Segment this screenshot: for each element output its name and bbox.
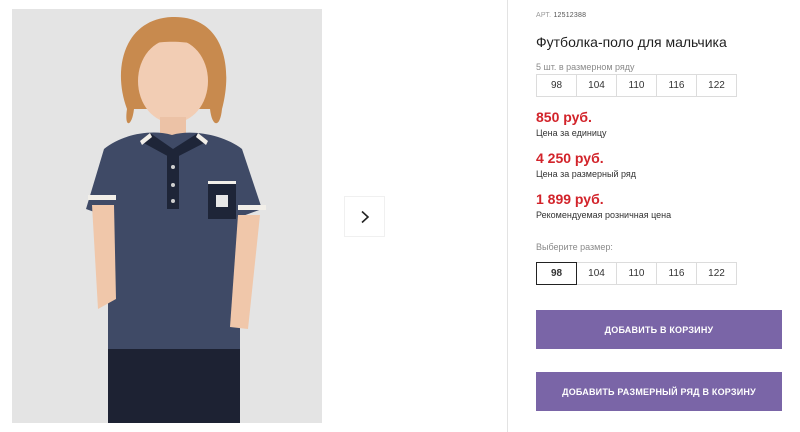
product-gallery [0, 0, 508, 432]
size-selector: 98 104 110 116 122 [536, 262, 737, 285]
unit-price-label: Цена за единицу [536, 128, 607, 138]
product-photo [12, 9, 322, 423]
article-label: АРТ. [536, 12, 552, 19]
size-option[interactable]: 110 [616, 262, 657, 285]
pack-size-cell: 110 [616, 74, 657, 97]
chevron-right-icon [360, 210, 369, 223]
boy-polo-image [12, 9, 322, 423]
size-option[interactable]: 116 [656, 262, 697, 285]
pack-caption: 5 шт. в размерном ряду [536, 62, 635, 72]
size-option[interactable]: 122 [696, 262, 737, 285]
retail-price-label: Рекомендуемая розничная цена [536, 210, 672, 220]
retail-price: 1 899 руб. [536, 191, 604, 207]
pack-size-row: 98 104 110 116 122 [536, 74, 737, 97]
pack-size-cell: 122 [696, 74, 737, 97]
pack-size-cell: 104 [576, 74, 617, 97]
pack-size-cell: 116 [656, 74, 697, 97]
add-pack-to-cart-button[interactable]: ДОБАВИТЬ РАЗМЕРНЫЙ РЯД В КОРЗИНУ [536, 372, 782, 411]
add-to-cart-button[interactable]: ДОБАВИТЬ В КОРЗИНУ [536, 310, 782, 349]
article-value: 12512388 [553, 12, 587, 19]
unit-price: 850 руб. [536, 109, 592, 125]
size-option[interactable]: 104 [576, 262, 617, 285]
pack-price: 4 250 руб. [536, 150, 604, 166]
next-image-button[interactable] [345, 197, 384, 236]
article-number: АРТ. 12512388 [536, 12, 586, 19]
pack-price-label: Цена за размерный ряд [536, 169, 637, 179]
choose-size-caption: Выберите размер: [536, 242, 613, 252]
pack-size-cell: 98 [536, 74, 577, 97]
product-title: Футболка-поло для мальчика [536, 34, 727, 50]
size-option-selected[interactable]: 98 [536, 262, 577, 285]
